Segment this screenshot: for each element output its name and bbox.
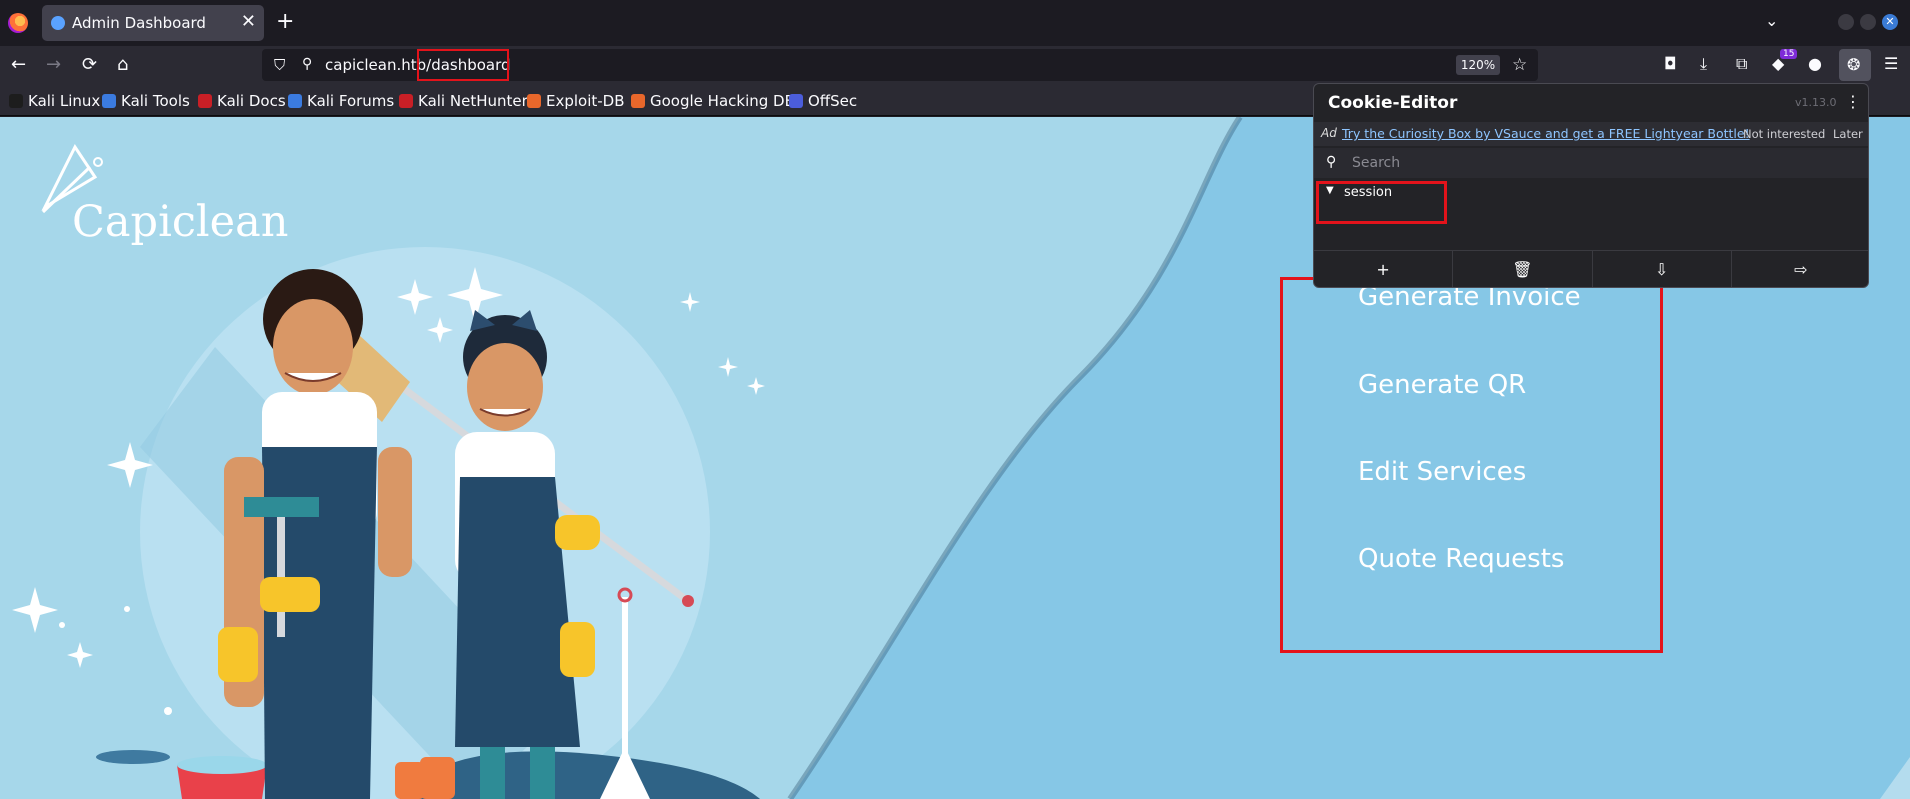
bookmark-google-hacking-db[interactable]: Google Hacking DB	[631, 92, 795, 110]
extension-badge: 15	[1780, 49, 1798, 59]
export-button[interactable]: ⇨	[1732, 251, 1868, 287]
later-button[interactable]: Later	[1833, 127, 1863, 141]
cookie-icon: ❂	[1847, 55, 1861, 74]
ghdb-icon	[631, 94, 645, 108]
capiclean-logo[interactable]: Capiclean	[72, 197, 288, 247]
page-info-icon[interactable]: ⚲	[302, 56, 312, 72]
shield-icon[interactable]: ⛉	[274, 56, 285, 74]
search-icon: ⚲	[1326, 154, 1337, 170]
search-bar: ⚲	[1314, 148, 1868, 178]
search-input[interactable]	[1352, 152, 1852, 174]
new-tab-button[interactable]: +	[276, 9, 294, 34]
app-menu-icon[interactable]: ☰	[1884, 54, 1898, 73]
ad-label: Ad	[1321, 126, 1337, 140]
bookmark-exploit-db[interactable]: Exploit-DB	[527, 92, 625, 110]
menu-highlight-box	[1280, 277, 1663, 653]
tab-list-chevron-icon[interactable]: ⌄	[1765, 11, 1778, 30]
minimize-button[interactable]	[1838, 14, 1854, 30]
firefox-menu-icon[interactable]	[8, 13, 28, 33]
cookie-editor-popup: Cookie-Editor v1.13.0 ⋮ Ad Try the Curio…	[1313, 83, 1869, 288]
back-icon[interactable]: ←	[11, 54, 26, 75]
kali-tools-icon	[102, 94, 116, 108]
popup-footer: + 🗑 ⇩ ⇨	[1314, 250, 1868, 287]
kali-docs-icon	[198, 94, 212, 108]
version-label: v1.13.0	[1795, 96, 1837, 109]
bookmark-kali-linux[interactable]: Kali Linux	[9, 92, 100, 110]
foxy-extension-icon[interactable]: ●	[1808, 54, 1822, 73]
nethunter-icon	[399, 94, 413, 108]
address-bar[interactable]: ⛉ ⚲ capiclean.htb/dashboard 120% ☆	[262, 49, 1538, 81]
exploit-db-icon	[527, 94, 541, 108]
ad-link[interactable]: Try the Curiosity Box by VSauce and get …	[1342, 126, 1750, 141]
bookmark-star-icon[interactable]: ☆	[1512, 55, 1527, 75]
maximize-button[interactable]	[1860, 14, 1876, 30]
import-button[interactable]: ⇩	[1593, 251, 1732, 287]
extensions-puzzle-icon[interactable]: ⧉	[1736, 54, 1747, 74]
tab-bar: Admin Dashboard ✕ + ⌄ ✕	[0, 0, 1910, 46]
bookmark-kali-nethunter[interactable]: Kali NetHunter	[399, 92, 528, 110]
offsec-icon	[789, 94, 803, 108]
globe-icon	[51, 16, 65, 30]
bookmark-offsec[interactable]: OffSec	[789, 92, 857, 110]
popup-title: Cookie-Editor	[1328, 93, 1458, 113]
reload-icon[interactable]: ⟳	[82, 54, 97, 75]
home-icon[interactable]: ⌂	[117, 54, 128, 75]
cookie-editor-extension-button[interactable]: ❂	[1839, 49, 1871, 81]
bookmark-kali-forums[interactable]: Kali Forums	[288, 92, 394, 110]
navigation-bar: ← → ⟳ ⌂ ⛉ ⚲ capiclean.htb/dashboard 120%…	[0, 46, 1910, 84]
add-cookie-button[interactable]: +	[1314, 251, 1454, 287]
tab-title: Admin Dashboard	[72, 14, 206, 32]
kebab-menu-icon[interactable]: ⋮	[1845, 92, 1861, 111]
cookie-highlight-box	[1316, 181, 1447, 224]
bookmark-kali-tools[interactable]: Kali Tools	[102, 92, 190, 110]
zoom-level[interactable]: 120%	[1456, 55, 1500, 75]
kali-dragon-icon	[9, 94, 23, 108]
delete-all-button[interactable]: 🗑	[1453, 251, 1593, 287]
pocket-icon[interactable]: ◘	[1664, 54, 1677, 73]
tab-admin-dashboard[interactable]: Admin Dashboard ✕	[42, 5, 264, 41]
downloads-icon[interactable]: ⤓	[1700, 54, 1707, 74]
bookmark-kali-docs[interactable]: Kali Docs	[198, 92, 286, 110]
forward-icon[interactable]: →	[46, 54, 61, 75]
close-tab-icon[interactable]: ✕	[241, 11, 256, 32]
kali-forums-icon	[288, 94, 302, 108]
url-path-highlight	[417, 49, 509, 81]
not-interested-button[interactable]: Not interested	[1743, 127, 1825, 141]
ad-banner: Ad Try the Curiosity Box by VSauce and g…	[1314, 122, 1868, 146]
window-close-button[interactable]: ✕	[1882, 14, 1898, 30]
